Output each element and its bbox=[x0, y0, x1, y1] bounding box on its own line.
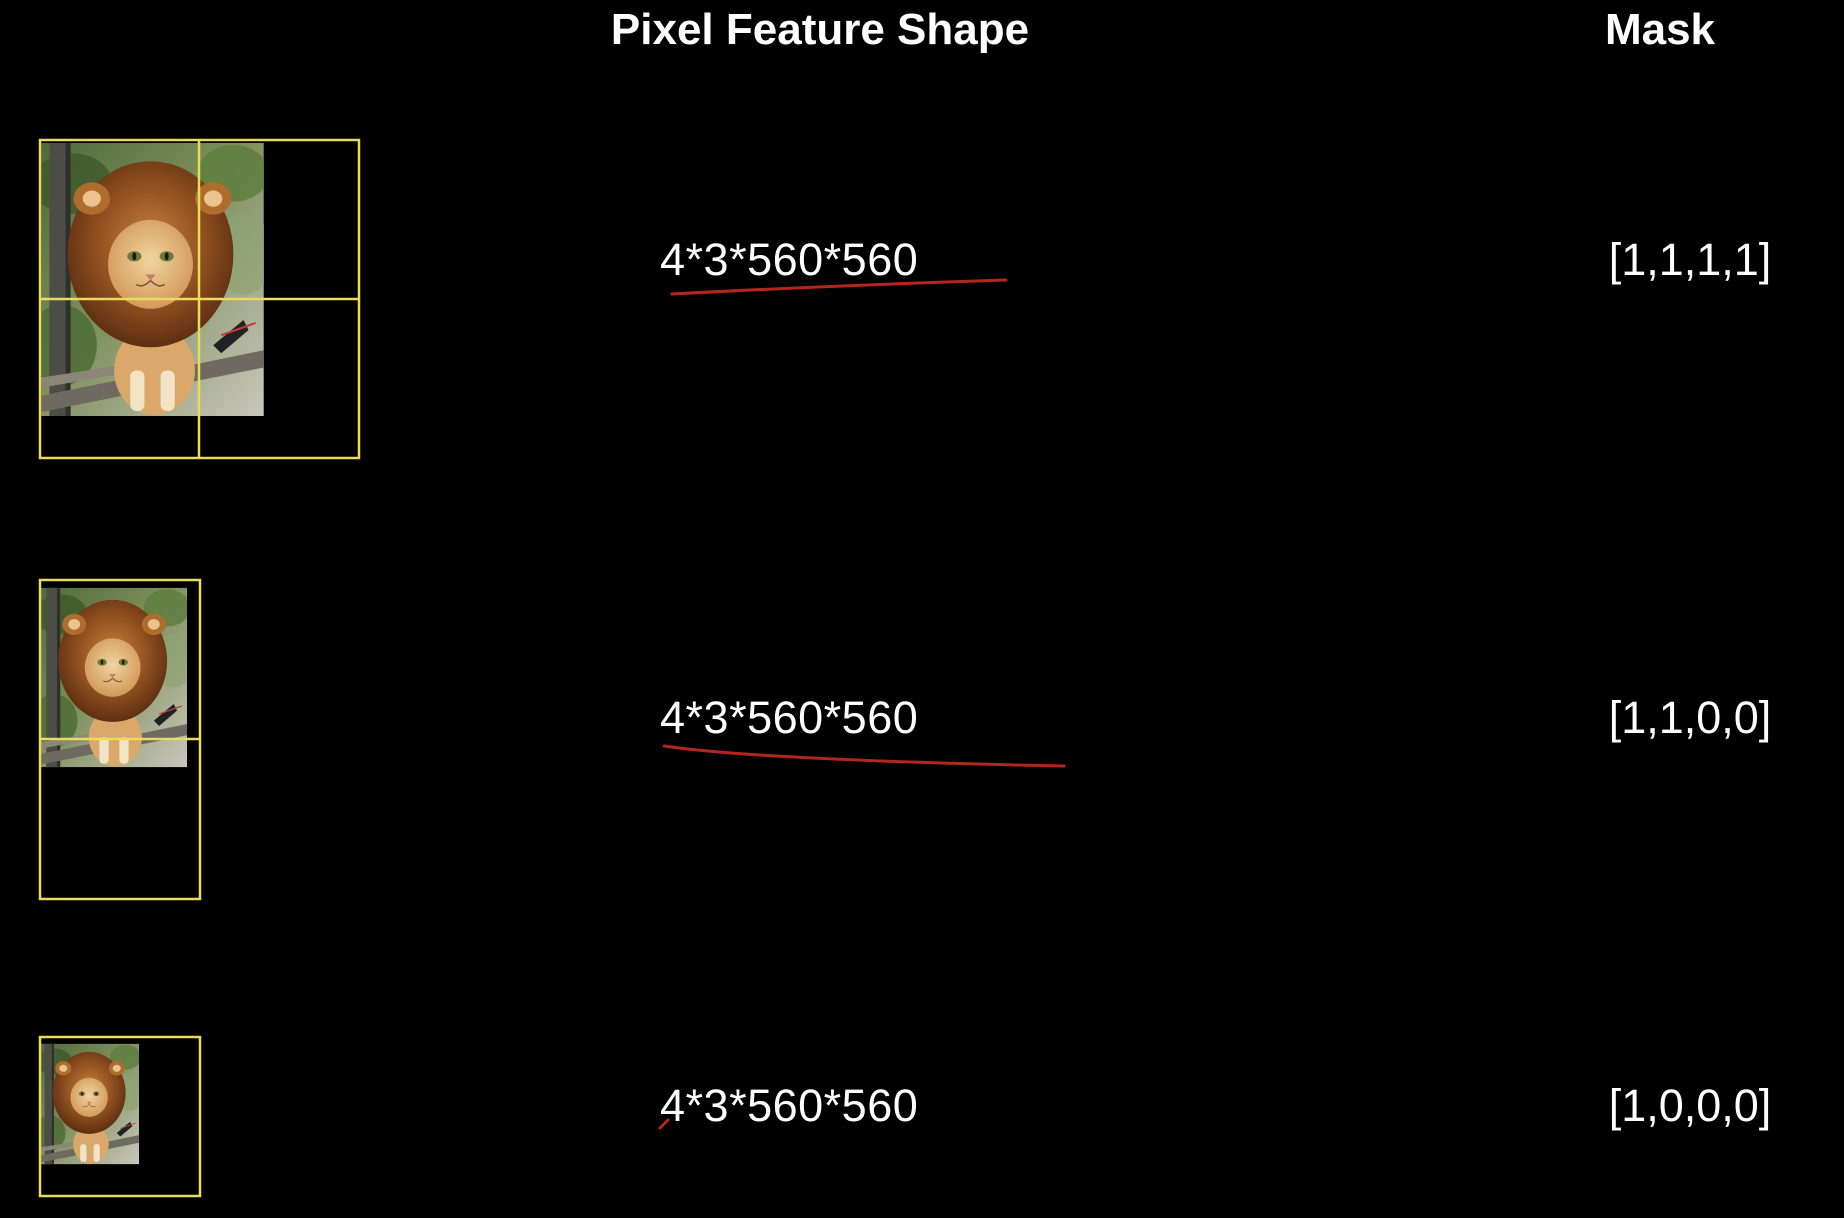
row2-pixel-feature-shape: 4*3*560*560 bbox=[660, 692, 919, 743]
cat-photo-icon bbox=[41, 143, 264, 416]
cat-photo-icon bbox=[41, 1043, 139, 1165]
underline-annotation-row2 bbox=[662, 744, 1066, 768]
row3-mask-value: [1,0,0,0] bbox=[1608, 1080, 1772, 1131]
row1-mask-value: [1,1,1,1] bbox=[1608, 234, 1772, 285]
row2-image-panel bbox=[38, 578, 202, 901]
row2-mask-value: [1,1,0,0] bbox=[1608, 692, 1772, 743]
row3-pixel-feature-shape: 4*3*560*560 bbox=[660, 1080, 919, 1131]
slide: Pixel Feature Shape Mask 4*3*560*560 [1,… bbox=[0, 0, 1844, 1218]
row1-image-panel bbox=[38, 138, 361, 460]
row3-image-panel bbox=[38, 1035, 202, 1198]
row1-pixel-feature-shape: 4*3*560*560 bbox=[660, 234, 919, 285]
image-panels bbox=[38, 138, 1066, 1198]
